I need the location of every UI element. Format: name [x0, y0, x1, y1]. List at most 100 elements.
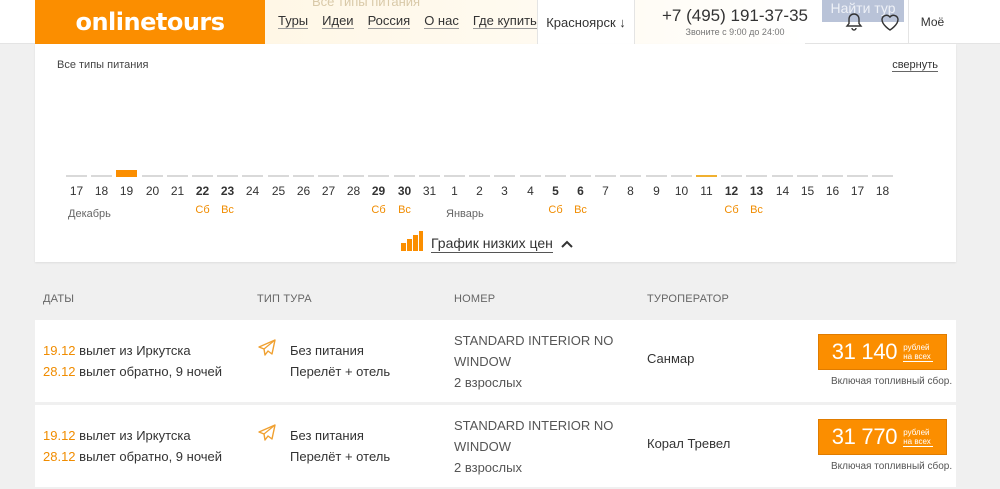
- calendar-day[interactable]: 21: [165, 170, 190, 198]
- calendar-day[interactable]: 18: [870, 170, 895, 198]
- day-number: 4: [527, 184, 534, 198]
- phone-number[interactable]: +7 (495) 191-37-35: [660, 6, 810, 26]
- calendar-day[interactable]: 17: [64, 170, 89, 198]
- day-number: 29: [371, 184, 386, 198]
- calendar-day[interactable]: 4: [518, 170, 543, 198]
- bell-icon[interactable]: [838, 0, 870, 44]
- day-number: 18: [94, 184, 109, 198]
- calendar-day[interactable]: 10: [669, 170, 694, 198]
- food-filter-label[interactable]: Все типы питания: [57, 59, 148, 71]
- day-number: 7: [602, 184, 609, 198]
- plane-icon: [257, 424, 277, 447]
- calendar-day[interactable]: 26: [291, 170, 316, 198]
- calendar-day[interactable]: 15: [795, 170, 820, 198]
- calendar-day[interactable]: 6 Вс: [568, 170, 593, 216]
- phone-block: +7 (495) 191-37-35 Звоните с 9:00 до 24:…: [660, 6, 810, 37]
- weekday-label: Сб: [548, 204, 563, 216]
- city-selector[interactable]: Красноярск ↓: [537, 0, 635, 44]
- calendar-day[interactable]: 27: [316, 170, 341, 198]
- room-info: STANDARD INTERIOR NO WINDOW 2 взрослых: [454, 415, 624, 478]
- price-button[interactable]: 31 770 рублей на всех: [818, 419, 947, 455]
- room-info: STANDARD INTERIOR NO WINDOW 2 взрослых: [454, 330, 624, 393]
- day-number: 6: [577, 184, 584, 198]
- calendar-day[interactable]: 29 Сб: [366, 170, 391, 216]
- day-number: 3: [501, 184, 508, 198]
- calendar-day[interactable]: 22 Сб: [190, 170, 215, 216]
- nav-ideas[interactable]: Идеи: [322, 13, 354, 29]
- weekday-label: Сб: [195, 204, 210, 216]
- day-price-bar: [872, 170, 893, 177]
- calendar-day[interactable]: 28: [341, 170, 366, 198]
- month-label-december: Декабрь: [68, 208, 111, 220]
- day-price-bar: [116, 170, 137, 177]
- calendar-day[interactable]: 2: [467, 170, 492, 198]
- calendar-day[interactable]: 23 Вс: [215, 170, 240, 216]
- calendar-day[interactable]: 17: [845, 170, 870, 198]
- day-price-bar: [142, 170, 163, 177]
- meal-type: Без питания: [290, 343, 364, 358]
- day-price-bar: [494, 170, 515, 177]
- day-price-bar: [797, 170, 818, 177]
- calendar-day[interactable]: 5 Сб: [543, 170, 568, 216]
- calendar-day[interactable]: 19: [114, 170, 139, 198]
- day-price-bar: [620, 170, 641, 177]
- table-row[interactable]: 19.12 вылет из Иркутска 28.12 вылет обра…: [35, 320, 956, 402]
- day-number: 24: [245, 184, 260, 198]
- nav-tours[interactable]: Туры: [278, 13, 309, 29]
- col-header-tour-type: ТИП ТУРА: [257, 293, 312, 305]
- day-price-bar: [822, 170, 843, 177]
- day-number: 22: [195, 184, 210, 198]
- day-number: 5: [552, 184, 559, 198]
- day-price-bar: [520, 170, 541, 177]
- logo[interactable]: onlinetours: [35, 0, 265, 44]
- day-number: 20: [145, 184, 160, 198]
- calendar-day[interactable]: 8: [618, 170, 643, 198]
- nav-where-to-buy[interactable]: Где купить?: [472, 13, 545, 29]
- nav-russia[interactable]: Россия: [367, 13, 411, 29]
- calendar-day[interactable]: 18: [89, 170, 114, 198]
- day-number: 1: [451, 184, 458, 198]
- calendar-day[interactable]: 31: [417, 170, 442, 198]
- heart-icon[interactable]: [872, 0, 908, 44]
- day-price-bar: [192, 170, 213, 177]
- calendar-day[interactable]: 11: [694, 170, 719, 198]
- day-number: 25: [271, 184, 286, 198]
- calendar-day[interactable]: 20: [140, 170, 165, 198]
- price-currency: рублей на всех: [903, 343, 934, 362]
- calendar-day[interactable]: 16: [820, 170, 845, 198]
- day-price-bar: [242, 170, 263, 177]
- collapse-link[interactable]: свернуть: [892, 59, 938, 72]
- my-account-link[interactable]: Моё: [908, 0, 956, 44]
- day-price-bar: [66, 170, 87, 177]
- guests: 2 взрослых: [454, 460, 522, 475]
- day-price-bar: [394, 170, 415, 177]
- calendar-day[interactable]: 7: [593, 170, 618, 198]
- room-type: STANDARD INTERIOR NO WINDOW: [454, 333, 614, 369]
- calendar-day[interactable]: 13 Вс: [744, 170, 769, 216]
- calendar-days-strip: 17 18 19 20 21 22 Сб 23 Вс 24 25 26 27 28 29 Сб 30 Вс 31 1 2…: [64, 170, 914, 226]
- calendar-day[interactable]: 3: [492, 170, 517, 198]
- low-price-chart-toggle[interactable]: График низких цен: [401, 231, 573, 256]
- calendar-day[interactable]: 12 Сб: [719, 170, 744, 216]
- day-price-bar: [570, 170, 591, 177]
- day-price-bar: [167, 170, 188, 177]
- calendar-day[interactable]: 14: [770, 170, 795, 198]
- calendar-day[interactable]: 1: [442, 170, 467, 198]
- month-label-january: Январь: [446, 208, 484, 220]
- guests: 2 взрослых: [454, 375, 522, 390]
- col-header-dates: ДАТЫ: [43, 293, 75, 305]
- price-button[interactable]: 31 140 рублей на всех: [818, 334, 947, 370]
- calendar-day[interactable]: 24: [240, 170, 265, 198]
- calendar-day[interactable]: 9: [644, 170, 669, 198]
- phone-hours: Звоните с 9:00 до 24:00: [685, 27, 785, 37]
- day-price-bar: [847, 170, 868, 177]
- day-number: 26: [296, 184, 311, 198]
- calendar-day[interactable]: 25: [266, 170, 291, 198]
- table-row[interactable]: 19.12 вылет из Иркутска 28.12 вылет обра…: [35, 405, 956, 487]
- tour-operator: Санмар: [647, 351, 695, 366]
- nav-about[interactable]: О нас: [424, 13, 459, 29]
- day-price-bar: [746, 170, 767, 177]
- calendar-day[interactable]: 30 Вс: [392, 170, 417, 216]
- tour-dates: 19.12 вылет из Иркутска 28.12 вылет обра…: [43, 340, 222, 382]
- day-price-bar: [646, 170, 667, 177]
